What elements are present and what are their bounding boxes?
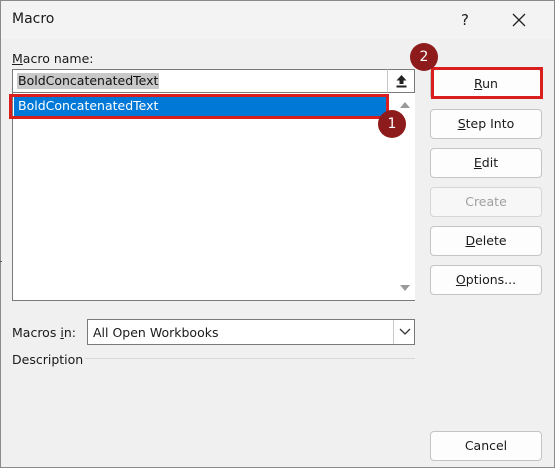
highlight-list-item: [9, 94, 389, 119]
description-label: Description: [12, 352, 84, 367]
scroll-down-arrow-icon[interactable]: [400, 285, 410, 291]
help-button[interactable]: ?: [445, 5, 485, 35]
title-bar: Macro ?: [1, 1, 554, 39]
upload-button[interactable]: [387, 69, 415, 93]
macro-name-input[interactable]: BoldConcatenatedText: [12, 69, 388, 93]
upload-arrow-icon: [396, 75, 407, 88]
close-icon: [512, 13, 526, 27]
macros-in-value: All Open Workbooks: [93, 325, 219, 340]
macro-list[interactable]: BoldConcatenatedText: [12, 93, 415, 301]
dialog-title: Macro: [12, 11, 55, 27]
delete-button[interactable]: Delete: [430, 226, 542, 256]
scroll-up-arrow-icon[interactable]: [400, 102, 410, 108]
chevron-down-icon: [399, 328, 411, 335]
macro-name-value: BoldConcatenatedText: [17, 73, 160, 89]
close-button[interactable]: [499, 5, 539, 35]
edit-button[interactable]: Edit: [430, 148, 542, 178]
step-badge-1: 1: [378, 110, 406, 138]
highlight-run-button: [431, 67, 543, 99]
step-into-button[interactable]: Step Into: [430, 109, 542, 139]
create-button[interactable]: Create: [430, 187, 542, 217]
description-divider: [85, 358, 415, 359]
options-button[interactable]: Options...: [430, 265, 542, 295]
dropdown-button[interactable]: [393, 320, 415, 344]
macros-in-label: Macros in:: [12, 325, 76, 340]
macro-name-label: Macro name:: [12, 51, 94, 66]
macros-in-select[interactable]: All Open Workbooks: [87, 319, 415, 345]
step-badge-2: 2: [410, 43, 438, 71]
macro-dialog: Macro ? Macro name: BoldConcatenatedText…: [0, 0, 555, 468]
cancel-button[interactable]: Cancel: [430, 431, 542, 461]
edge-mark: [0, 261, 2, 262]
